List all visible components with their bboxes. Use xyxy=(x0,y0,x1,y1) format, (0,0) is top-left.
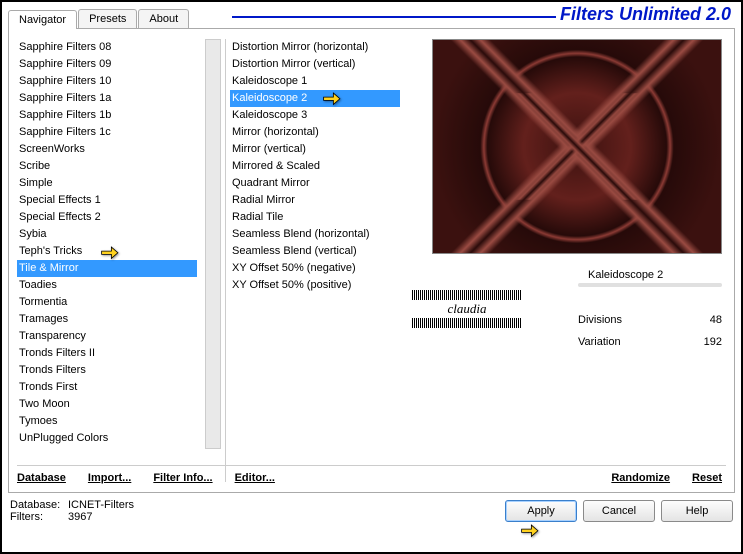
editor-button[interactable]: Editor... xyxy=(235,472,275,484)
list-item[interactable]: Radial Mirror xyxy=(230,192,400,209)
filter-info-button[interactable]: Filter Info... xyxy=(153,472,212,484)
filter-progress xyxy=(578,283,722,287)
divider xyxy=(225,39,226,482)
list-item[interactable]: Seamless Blend (horizontal) xyxy=(230,226,400,243)
param-row[interactable]: Divisions 48 xyxy=(578,309,722,331)
apply-button[interactable]: Apply xyxy=(505,500,577,522)
randomize-button[interactable]: Randomize xyxy=(611,472,670,484)
parameter-list: Divisions 48 Variation 192 xyxy=(578,309,722,353)
list-item[interactable]: Tramages xyxy=(17,311,197,328)
list-item[interactable]: Tronds First xyxy=(17,379,197,396)
navigator-panel: Sapphire Filters 08Sapphire Filters 09Sa… xyxy=(8,28,735,493)
app-title: Filters Unlimited 2.0 xyxy=(556,4,735,25)
tab-presets[interactable]: Presets xyxy=(78,9,137,28)
list-item[interactable]: Tile & Mirror xyxy=(17,260,197,277)
param-name: Divisions xyxy=(578,311,622,329)
list-item[interactable]: Sybia xyxy=(17,226,197,243)
list-item[interactable]: Quadrant Mirror xyxy=(230,175,400,192)
import-button[interactable]: Import... xyxy=(88,472,131,484)
list-item[interactable]: Distortion Mirror (vertical) xyxy=(230,56,400,73)
filter-list[interactable]: Distortion Mirror (horizontal)Distortion… xyxy=(230,39,400,449)
tab-about[interactable]: About xyxy=(138,9,189,28)
list-item[interactable]: Seamless Blend (vertical) xyxy=(230,243,400,260)
list-item[interactable]: Simple xyxy=(17,175,197,192)
list-item[interactable]: Teph's Tricks xyxy=(17,243,197,260)
list-item[interactable]: Transparency xyxy=(17,328,197,345)
category-scrollbar[interactable] xyxy=(205,39,221,449)
list-item[interactable]: XY Offset 50% (negative) xyxy=(230,260,400,277)
list-item[interactable]: Mirror (vertical) xyxy=(230,141,400,158)
list-item[interactable]: Two Moon xyxy=(17,396,197,413)
list-item[interactable]: Sapphire Filters 08 xyxy=(17,39,197,56)
list-item[interactable]: Tymoes xyxy=(17,413,197,430)
list-item[interactable]: Toadies xyxy=(17,277,197,294)
list-item[interactable]: Kaleidoscope 2 xyxy=(230,90,400,107)
list-item[interactable]: Tronds Filters xyxy=(17,362,197,379)
footer-info: Database:ICNET-Filters Filters:3967 xyxy=(10,499,134,523)
list-item[interactable]: Tormentia xyxy=(17,294,197,311)
list-item[interactable]: Special Effects 2 xyxy=(17,209,197,226)
list-item[interactable]: Mirrored & Scaled xyxy=(230,158,400,175)
current-filter-name: Kaleidoscope 2 xyxy=(578,269,722,281)
list-item[interactable]: Sapphire Filters 1b xyxy=(17,107,197,124)
list-item[interactable]: Sapphire Filters 09 xyxy=(17,56,197,73)
list-item[interactable]: Tronds Filters II xyxy=(17,345,197,362)
reset-button[interactable]: Reset xyxy=(692,472,722,484)
param-value: 48 xyxy=(710,311,722,329)
list-item[interactable]: Kaleidoscope 1 xyxy=(230,73,400,90)
list-item[interactable]: Special Effects 1 xyxy=(17,192,197,209)
tab-navigator[interactable]: Navigator xyxy=(8,10,77,29)
list-item[interactable]: UnPlugged Tools xyxy=(17,447,197,449)
param-row[interactable]: Variation 192 xyxy=(578,331,722,353)
list-item[interactable]: UnPlugged Colors xyxy=(17,430,197,447)
list-item[interactable]: ScreenWorks xyxy=(17,141,197,158)
list-item[interactable]: Sapphire Filters 10 xyxy=(17,73,197,90)
param-name: Variation xyxy=(578,333,621,351)
preview-image xyxy=(432,39,722,254)
list-item[interactable]: XY Offset 50% (positive) xyxy=(230,277,400,294)
help-button[interactable]: Help xyxy=(661,500,733,522)
list-item[interactable]: Kaleidoscope 3 xyxy=(230,107,400,124)
param-value: 192 xyxy=(704,333,722,351)
cancel-button[interactable]: Cancel xyxy=(583,500,655,522)
list-item[interactable]: Scribe xyxy=(17,158,197,175)
list-item[interactable]: Distortion Mirror (horizontal) xyxy=(230,39,400,56)
database-button[interactable]: Database xyxy=(17,472,66,484)
category-list[interactable]: Sapphire Filters 08Sapphire Filters 09Sa… xyxy=(17,39,197,449)
list-item[interactable]: Radial Tile xyxy=(230,209,400,226)
list-item[interactable]: Mirror (horizontal) xyxy=(230,124,400,141)
list-item[interactable]: Sapphire Filters 1a xyxy=(17,90,197,107)
list-item[interactable]: Sapphire Filters 1c xyxy=(17,124,197,141)
